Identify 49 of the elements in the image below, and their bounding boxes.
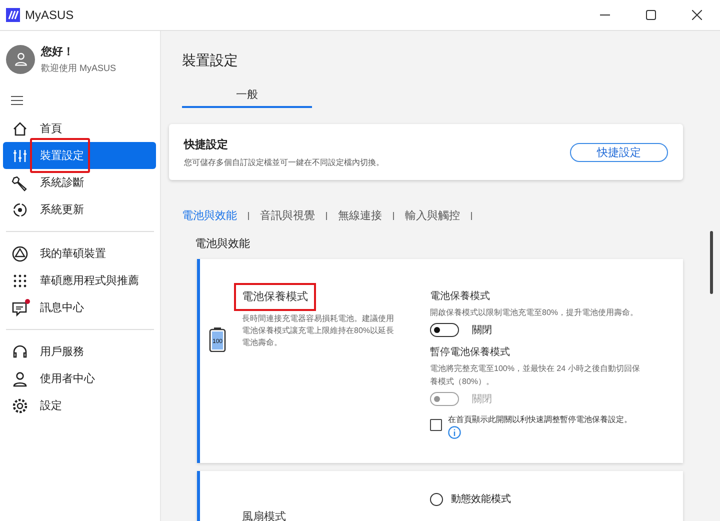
update-icon (11, 200, 29, 218)
headset-icon (11, 342, 29, 360)
greeting-text: 您好！ (41, 44, 75, 58)
sidebar-item[interactable]: 系統更新 (3, 196, 156, 223)
sidebar-item[interactable]: 設定 (3, 392, 156, 419)
maximize-icon (646, 10, 656, 20)
sidebar-item[interactable]: 我的華碩裝置 (3, 240, 156, 267)
close-icon (692, 10, 702, 20)
sidebar-item[interactable]: 首頁 (3, 115, 156, 142)
toggle-state-label: 關閉 (472, 393, 492, 406)
toggle-switch[interactable] (430, 323, 459, 337)
card-title: 快捷設定 (184, 138, 229, 152)
category-tab[interactable]: 輸入與觸控 (405, 208, 460, 223)
setting-title: 暫停電池保養模式 (430, 346, 511, 359)
page-title: 裝置設定 (182, 52, 239, 70)
sidebar-item[interactable]: 華碩應用程式與推薦 (3, 267, 156, 294)
toggle-state-label: 關閉 (472, 324, 492, 337)
sidebar-item[interactable]: 用戶服務 (3, 338, 156, 365)
card-description: 長時間連接充電器容易損耗電池。建議使用電池保養模式讓充電上限維持在80%以延長電池壽命。 (242, 313, 396, 349)
card-title: 電池保養模式 (242, 291, 308, 303)
home-icon (11, 120, 29, 138)
card-description: 您可儲存多個自訂設定檔並可一鍵在不同設定檔內切換。 (184, 156, 384, 168)
category-tab[interactable]: 無線連接 (338, 208, 382, 223)
setting-description: 開啟保養模式以限制電池充電至80%，提升電池使用壽命。 (430, 307, 640, 319)
setting-description: 電池將完整充電至100%，並最快在 24 小時之後自動切回保養模式（80%）。 (430, 363, 640, 388)
app-logo-icon (6, 8, 20, 22)
settings-icon (11, 396, 29, 414)
quick-settings-button[interactable]: 快捷設定 (570, 142, 668, 162)
setting-title: 電池保養模式 (430, 290, 491, 303)
avatar (6, 44, 35, 74)
scrollbar-thumb[interactable] (710, 231, 713, 294)
option-label: 動態效能模式 (451, 492, 511, 506)
window-title: MyASUS (25, 8, 74, 22)
section-title: 電池與效能 (195, 237, 251, 251)
category-tab[interactable]: 音訊與視覺 (260, 208, 315, 223)
menu-icon[interactable] (11, 96, 23, 105)
welcome-text: 歡迎使用 MyASUS (41, 62, 116, 74)
sidebar-item[interactable]: 訊息中心 (3, 294, 156, 321)
tab[interactable]: 一般 (182, 87, 312, 108)
wrench-icon (11, 174, 29, 192)
radio-button[interactable] (430, 492, 443, 506)
sidebar-item[interactable]: 系統診斷 (3, 169, 156, 196)
info-icon[interactable] (448, 426, 461, 439)
checkbox-label: 在首頁顯示此開關以利快速調整暫停電池保養設定。 (448, 414, 632, 425)
triangle-circle-icon (11, 244, 29, 262)
category-tab[interactable]: 電池與效能 (182, 208, 237, 223)
sidebar-item[interactable]: 使用者中心 (3, 365, 156, 392)
person-icon (11, 370, 29, 388)
checkbox[interactable] (430, 419, 442, 431)
